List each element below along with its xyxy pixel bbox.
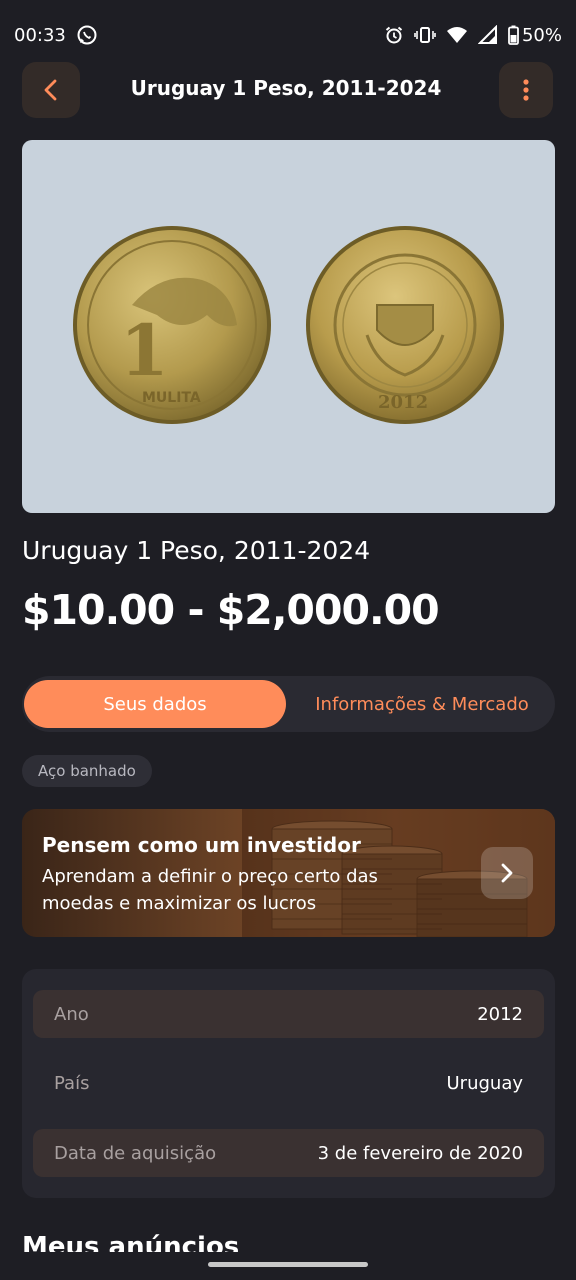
wifi-icon [446, 25, 468, 45]
status-bar: 00:33 50% [0, 0, 576, 70]
tab-informacoes-mercado[interactable]: Informações & Mercado [292, 680, 552, 728]
investor-banner[interactable]: Pensem como um investidor Aprendam a def… [22, 809, 555, 937]
svg-text:1: 1 [120, 309, 169, 392]
top-bar: Uruguay 1 Peso, 2011-2024 [22, 62, 553, 118]
battery-level: 50% [521, 24, 562, 46]
svg-text:2012: 2012 [378, 392, 428, 413]
tab-bar: Seus dados Informações & Mercado [22, 676, 555, 732]
detail-label: Ano [54, 1003, 89, 1025]
coin-image[interactable]: 1 MULITA 2012 [22, 140, 555, 513]
vibrate-icon [414, 25, 436, 45]
details-card: Ano 2012 País Uruguay Data de aquisição … [22, 969, 555, 1198]
alarm-icon [384, 25, 404, 45]
battery-icon: 50% [508, 25, 562, 46]
page-title: Uruguay 1 Peso, 2011-2024 [130, 76, 442, 100]
more-options-button[interactable] [499, 62, 553, 118]
detail-value: 2012 [477, 1003, 523, 1025]
detail-row-data-aquisicao: Data de aquisição 3 de fevereiro de 2020 [33, 1129, 544, 1177]
home-indicator[interactable] [208, 1262, 368, 1267]
price-range: $10.00 - $2,000.00 [22, 586, 440, 634]
material-chip: Aço banhado [22, 755, 152, 787]
svg-text:MULITA: MULITA [142, 390, 201, 406]
coin-name: Uruguay 1 Peso, 2011-2024 [22, 536, 371, 565]
signal-icon [477, 25, 498, 45]
section-title-meus-anuncios: Meus anúncios [22, 1232, 240, 1252]
tab-seus-dados[interactable]: Seus dados [24, 680, 286, 728]
more-vertical-icon [523, 79, 529, 101]
status-time: 00:33 [14, 24, 66, 46]
banner-arrow-button[interactable] [481, 847, 533, 899]
detail-row-pais: País Uruguay [33, 1059, 544, 1107]
banner-text: Aprendam a definir o preço certo das moe… [42, 866, 378, 914]
detail-value: 3 de fevereiro de 2020 [317, 1142, 523, 1164]
detail-label: País [54, 1072, 90, 1094]
chevron-right-icon [501, 863, 513, 883]
coin-reverse: 2012 [306, 226, 504, 424]
coin-obverse: 1 MULITA [73, 226, 271, 424]
banner-title: Pensem como um investidor [42, 833, 361, 857]
detail-value: Uruguay [446, 1072, 524, 1094]
detail-row-ano: Ano 2012 [33, 990, 544, 1038]
detail-label: Data de aquisição [54, 1142, 217, 1164]
whatsapp-icon [76, 24, 98, 46]
